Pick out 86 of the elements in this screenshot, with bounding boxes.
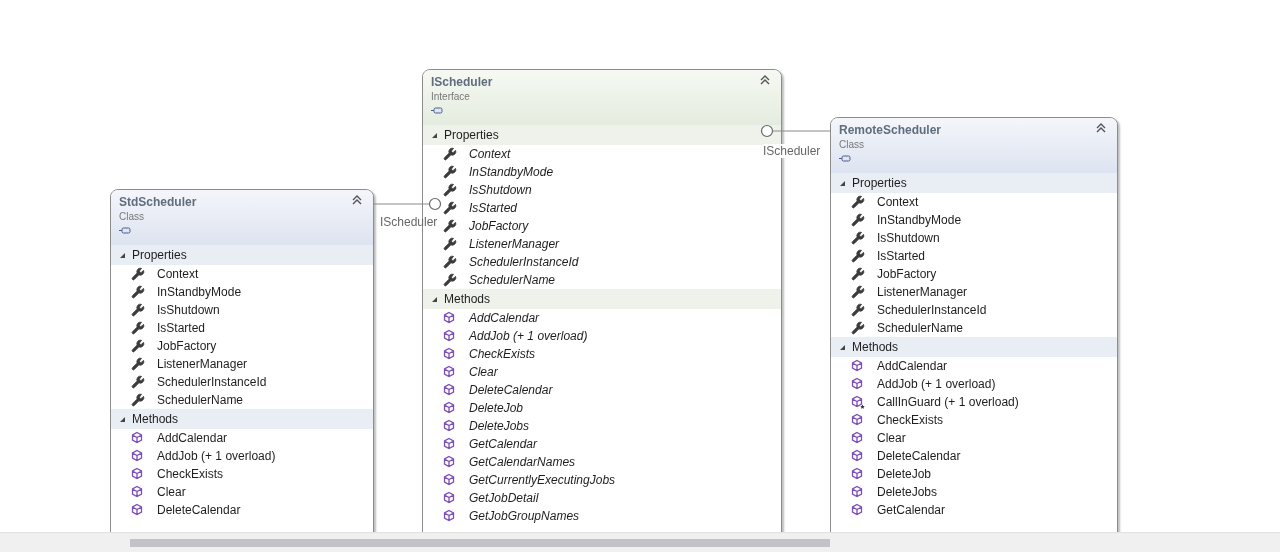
lollipop-connector: [760, 124, 830, 138]
section-title: Properties: [132, 247, 187, 264]
member-name[interactable]: SchedulerInstanceId: [157, 373, 267, 391]
lollipop-connector: [374, 197, 442, 211]
section-header[interactable]: Properties: [111, 245, 373, 265]
type-name: IScheduler: [431, 74, 493, 90]
expander-icon: [839, 179, 846, 187]
member-name[interactable]: AddCalendar: [877, 357, 948, 375]
section-title: Properties: [852, 175, 907, 192]
member-name[interactable]: ListenerManager: [157, 355, 248, 373]
member-name[interactable]: SchedulerInstanceId: [469, 253, 579, 271]
member-name[interactable]: IsStarted: [469, 199, 518, 217]
member-name[interactable]: IsShutdown: [877, 229, 940, 247]
type-name: StdScheduler: [119, 194, 197, 210]
member-name[interactable]: SchedulerName: [157, 391, 244, 409]
member-name[interactable]: DeleteJobs: [877, 483, 938, 501]
member-name[interactable]: GetCalendar: [469, 435, 538, 453]
horizontal-scrollbar[interactable]: [0, 532, 1280, 552]
expander-icon: [431, 295, 438, 303]
connector-label: IScheduler: [763, 144, 821, 158]
member-name[interactable]: GetCurrentlyExecutingJobs: [469, 471, 616, 489]
member-name[interactable]: GetCalendarNames: [469, 453, 576, 471]
member-name[interactable]: InStandbyMode: [877, 211, 962, 229]
expander-icon: [431, 131, 438, 139]
section-header[interactable]: Methods: [111, 409, 373, 429]
member-name[interactable]: InStandbyMode: [157, 283, 242, 301]
member-name[interactable]: CallInGuard (+ 1 overload): [877, 393, 1019, 411]
member-name[interactable]: JobFactory: [877, 265, 937, 283]
member-name[interactable]: DeleteJob: [469, 399, 524, 417]
member-name[interactable]: Clear: [157, 483, 186, 501]
member-name[interactable]: DeleteCalendar: [157, 501, 241, 519]
member-name[interactable]: ListenerManager: [469, 235, 560, 253]
scrollbar-thumb[interactable]: [130, 538, 830, 547]
member-name[interactable]: IsShutdown: [469, 181, 532, 199]
member-name[interactable]: InStandbyMode: [469, 163, 554, 181]
member-name[interactable]: Clear: [877, 429, 906, 447]
member-name[interactable]: SchedulerName: [877, 319, 964, 337]
member-name[interactable]: Context: [157, 265, 199, 283]
member-name[interactable]: SchedulerName: [469, 271, 556, 289]
section-title: Methods: [444, 291, 491, 308]
member-name[interactable]: AddJob (+ 1 overload): [877, 375, 996, 393]
member-name[interactable]: AddCalendar: [469, 309, 540, 327]
collapse-button[interactable]: [759, 74, 771, 86]
member-name[interactable]: AddJob (+ 1 overload): [157, 447, 276, 465]
member-name[interactable]: IsStarted: [877, 247, 926, 265]
member-name[interactable]: IsStarted: [157, 319, 206, 337]
section-title: Methods: [852, 339, 899, 356]
member-name[interactable]: IsShutdown: [157, 301, 220, 319]
section-header[interactable]: Properties: [831, 173, 1117, 193]
member-name[interactable]: JobFactory: [157, 337, 217, 355]
member-name[interactable]: AddJob (+ 1 overload): [469, 327, 588, 345]
type-kind: Class: [119, 210, 144, 224]
member-name[interactable]: CheckExists: [157, 465, 224, 483]
type-name: RemoteScheduler: [839, 122, 942, 138]
section-header[interactable]: Properties: [423, 125, 781, 145]
member-name[interactable]: GetJobGroupNames: [469, 507, 580, 525]
member-name[interactable]: SchedulerInstanceId: [877, 301, 987, 319]
member-name[interactable]: ListenerManager: [877, 283, 968, 301]
member-name[interactable]: Context: [469, 145, 511, 163]
expander-icon: [119, 415, 126, 423]
class-shape[interactable]: [830, 117, 1118, 532]
member-name[interactable]: DeleteJobs: [469, 417, 530, 435]
section-title: Methods: [132, 411, 179, 428]
member-name[interactable]: Clear: [469, 363, 498, 381]
type-shape-icon: [119, 227, 131, 235]
section-title: Properties: [444, 127, 499, 144]
type-shape-icon: [839, 155, 851, 163]
type-shape-icon: [431, 107, 443, 115]
expander-icon: [119, 251, 126, 259]
member-name[interactable]: JobFactory: [469, 217, 529, 235]
type-kind: Class: [839, 138, 864, 152]
type-kind: Interface: [431, 90, 470, 104]
member-name[interactable]: Context: [877, 193, 919, 211]
member-name[interactable]: GetJobDetail: [469, 489, 539, 507]
member-name[interactable]: DeleteCalendar: [877, 447, 961, 465]
section-header[interactable]: Methods: [423, 289, 781, 309]
collapse-button[interactable]: [1095, 122, 1107, 134]
member-name[interactable]: DeleteJob: [877, 465, 932, 483]
collapse-button[interactable]: [351, 194, 363, 206]
member-name[interactable]: GetCalendar: [877, 501, 946, 519]
member-name[interactable]: DeleteCalendar: [469, 381, 553, 399]
member-name[interactable]: CheckExists: [877, 411, 944, 429]
expander-icon: [839, 343, 846, 351]
member-name[interactable]: AddCalendar: [157, 429, 228, 447]
member-name[interactable]: CheckExists: [469, 345, 536, 363]
section-header[interactable]: Methods: [831, 337, 1117, 357]
